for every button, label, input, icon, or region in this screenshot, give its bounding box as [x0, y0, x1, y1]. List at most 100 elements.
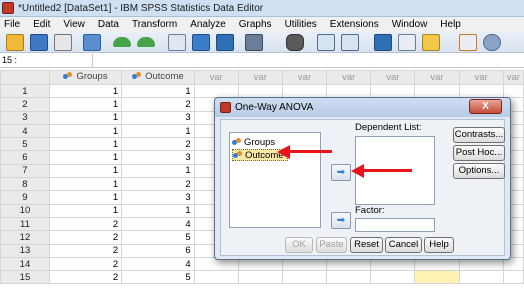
cell-outcome[interactable]: 2: [121, 97, 195, 112]
column-header-outcome[interactable]: Outcome: [121, 70, 195, 85]
value-labels-icon[interactable]: [459, 34, 477, 51]
row-number[interactable]: 9: [0, 190, 50, 205]
variables-icon[interactable]: [216, 34, 234, 51]
run-descriptives-icon[interactable]: [245, 34, 263, 51]
cell-groups[interactable]: 1: [48, 97, 123, 112]
empty-cell[interactable]: [458, 83, 504, 99]
row-number[interactable]: 15: [0, 270, 50, 285]
post-hoc-button[interactable]: Post Hoc...: [453, 145, 505, 161]
contrasts-button[interactable]: Contrasts...: [453, 127, 505, 143]
recall-dialog-icon[interactable]: [83, 34, 101, 51]
cell-outcome[interactable]: 2: [121, 177, 195, 192]
empty-cell[interactable]: [370, 83, 416, 99]
menu-file[interactable]: File: [4, 19, 20, 30]
cell-outcome[interactable]: 5: [121, 270, 195, 285]
column-header-var[interactable]: var: [281, 70, 328, 85]
row-number[interactable]: 11: [0, 216, 50, 232]
cell-groups[interactable]: 1: [48, 83, 123, 99]
weight-cases-icon[interactable]: [398, 34, 416, 51]
menu-graphs[interactable]: Graphs: [239, 19, 272, 30]
column-header-groups[interactable]: Groups: [48, 70, 123, 85]
cell-outcome[interactable]: 4: [121, 216, 195, 232]
corner-cell[interactable]: [0, 70, 50, 85]
column-header-var[interactable]: var: [326, 70, 372, 85]
empty-cell[interactable]: [237, 83, 283, 99]
find-icon[interactable]: [286, 34, 304, 51]
column-header-var[interactable]: var: [193, 70, 239, 85]
cell-groups[interactable]: 1: [48, 203, 123, 218]
dialog-title-bar[interactable]: One-Way ANOVA X: [215, 98, 510, 117]
row-number[interactable]: 1: [0, 83, 50, 99]
cell-outcome[interactable]: 5: [121, 230, 195, 245]
column-header-var[interactable]: var: [370, 70, 416, 85]
go-to-variable-icon[interactable]: [192, 34, 210, 51]
cell-groups[interactable]: 2: [48, 256, 123, 272]
row-number[interactable]: 2: [0, 97, 50, 112]
cell-groups[interactable]: 2: [48, 243, 123, 258]
cancel-button[interactable]: Cancel: [385, 237, 422, 253]
column-header-var[interactable]: var: [237, 70, 283, 85]
help-button[interactable]: Help: [424, 237, 454, 253]
go-to-case-icon[interactable]: [168, 34, 186, 51]
column-header-var[interactable]: var: [458, 70, 504, 85]
cell-outcome[interactable]: 6: [121, 243, 195, 258]
row-number[interactable]: 3: [0, 110, 50, 125]
list-item-groups[interactable]: Groups: [232, 136, 278, 148]
menu-edit[interactable]: Edit: [33, 19, 50, 30]
cell-outcome[interactable]: 1: [121, 83, 195, 99]
empty-cell[interactable]: [193, 270, 239, 285]
cell-groups[interactable]: 1: [48, 150, 123, 165]
split-file-icon[interactable]: [374, 34, 392, 51]
cell-groups[interactable]: 2: [48, 270, 123, 285]
menu-data[interactable]: Data: [98, 19, 119, 30]
menu-view[interactable]: View: [63, 19, 85, 30]
save-icon[interactable]: [30, 34, 48, 51]
cell-outcome[interactable]: 1: [121, 203, 195, 218]
ok-button[interactable]: OK: [285, 237, 313, 253]
row-number[interactable]: 4: [0, 123, 50, 139]
menu-analyze[interactable]: Analyze: [190, 19, 226, 30]
row-number[interactable]: 7: [0, 163, 50, 179]
cell-groups[interactable]: 1: [48, 163, 123, 179]
use-sets-icon[interactable]: [483, 34, 501, 51]
cell-groups[interactable]: 1: [48, 177, 123, 192]
cell-outcome[interactable]: 3: [121, 150, 195, 165]
redo-icon[interactable]: [137, 37, 155, 47]
undo-icon[interactable]: [113, 37, 131, 47]
cell-groups[interactable]: 2: [48, 230, 123, 245]
menu-utilities[interactable]: Utilities: [285, 19, 317, 30]
move-to-dependent-button[interactable]: ➡: [331, 164, 351, 181]
empty-cell[interactable]: [414, 83, 460, 99]
cell-outcome[interactable]: 3: [121, 190, 195, 205]
empty-cell[interactable]: [237, 270, 283, 285]
empty-cell[interactable]: [414, 270, 460, 285]
options-button[interactable]: Options...: [453, 163, 505, 179]
empty-cell[interactable]: [458, 270, 504, 285]
menu-transform[interactable]: Transform: [132, 19, 177, 30]
insert-variable-icon[interactable]: [341, 34, 359, 51]
empty-cell[interactable]: [502, 83, 524, 99]
cell-groups[interactable]: 2: [48, 216, 123, 232]
cell-groups[interactable]: 1: [48, 190, 123, 205]
insert-cases-icon[interactable]: [317, 34, 335, 51]
row-number[interactable]: 12: [0, 230, 50, 245]
row-number[interactable]: 6: [0, 150, 50, 165]
empty-cell[interactable]: [502, 270, 524, 285]
row-number[interactable]: 13: [0, 243, 50, 258]
row-number[interactable]: 10: [0, 203, 50, 218]
row-number[interactable]: 8: [0, 177, 50, 192]
open-folder-icon[interactable]: [6, 34, 24, 51]
menu-extensions[interactable]: Extensions: [330, 19, 379, 30]
paste-button[interactable]: Paste: [316, 237, 347, 253]
cell-outcome[interactable]: 4: [121, 256, 195, 272]
select-cases-icon[interactable]: [422, 34, 440, 51]
cell-outcome[interactable]: 3: [121, 110, 195, 125]
empty-cell[interactable]: [281, 270, 328, 285]
row-number[interactable]: 5: [0, 137, 50, 152]
cell-outcome[interactable]: 1: [121, 123, 195, 139]
menu-help[interactable]: Help: [440, 19, 461, 30]
source-variable-list[interactable]: Groups Outcome: [229, 132, 321, 228]
move-to-factor-button[interactable]: ➡: [331, 212, 351, 229]
column-header-var[interactable]: var: [502, 70, 524, 85]
empty-cell[interactable]: [326, 83, 372, 99]
